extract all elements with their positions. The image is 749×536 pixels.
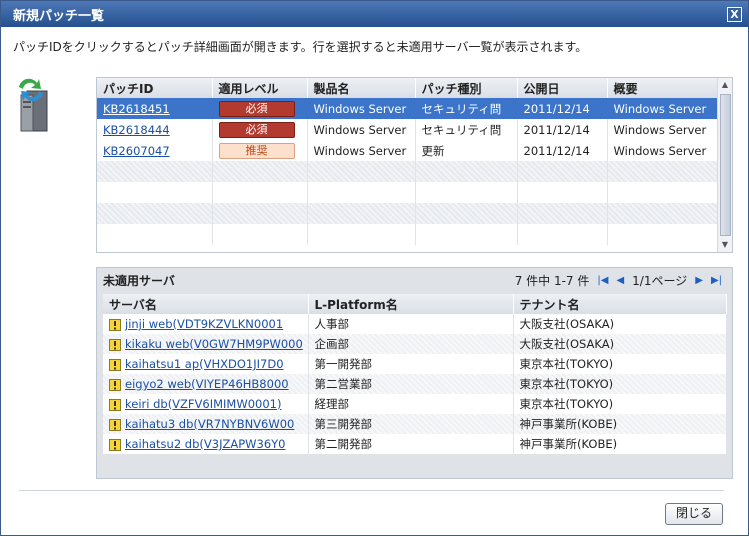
- patch-table-panel: パッチID 適用レベル 製品名 パッチ種別 公開日 概要 KB2618451 必…: [96, 77, 733, 253]
- table-row[interactable]: kikaku web(V0GW7HM9PW000 企画部 大阪支社(OSAKA): [103, 334, 727, 354]
- col-header-product[interactable]: 製品名: [307, 78, 416, 98]
- patch-list-window: 新規パッチ一覧 X パッチIDをクリックするとパッチ詳細画面が開きます。行を選択…: [0, 0, 749, 536]
- prev-page-icon[interactable]: ◀: [616, 275, 624, 286]
- tenant-cell: 東京本社(TOKYO): [513, 354, 727, 374]
- tenant-cell: 神戸事業所(KOBE): [513, 434, 727, 454]
- server-table: サーバ名 L-Platform名 テナント名 jinji web(VDT9KZV…: [103, 294, 727, 454]
- tenant-cell: 東京本社(TOKYO): [513, 374, 727, 394]
- kind-cell: セキュリティ問: [415, 119, 518, 140]
- unapplied-server-panel: 未適用サーバ 7 件中 1-7 件 |◀ ◀ 1/1ページ ▶ ▶| サーバ名 …: [96, 267, 733, 479]
- tenant-cell: 大阪支社(OSAKA): [513, 334, 727, 354]
- server-panel-title: 未適用サーバ: [103, 273, 175, 288]
- date-cell: 2011/12/14: [517, 140, 608, 161]
- window-close-button[interactable]: X: [727, 6, 742, 22]
- table-row[interactable]: KB2607047 推奨 Windows Server 更新 2011/12/1…: [97, 140, 718, 161]
- server-name-link[interactable]: kaihatu3 db(VR7NYBNV6W00: [125, 417, 294, 431]
- col-header-platform[interactable]: L-Platform名: [308, 294, 514, 314]
- platform-cell: 企画部: [308, 334, 514, 354]
- scroll-up-icon[interactable]: ▲: [720, 80, 730, 90]
- warning-icon: [109, 418, 121, 431]
- server-update-icon: [19, 78, 48, 132]
- table-row[interactable]: kaihatu3 db(VR7NYBNV6W00 第三開発部 神戸事業所(KOBE): [103, 414, 727, 434]
- summary-cell: Windows Server: [607, 119, 718, 140]
- table-row[interactable]: jinji web(VDT9KZVLKN0001 人事部 大阪支社(OSAKA): [103, 314, 727, 334]
- level-badge: 必須: [218, 121, 295, 138]
- col-header-kind[interactable]: パッチ種別: [415, 78, 518, 98]
- level-badge: 推奨: [218, 142, 295, 159]
- server-name-link[interactable]: eigyo2 web(VIYEP46HB8000: [125, 377, 289, 391]
- col-header-level[interactable]: 適用レベル: [212, 78, 308, 98]
- level-badge: 必須: [218, 100, 295, 117]
- warning-icon: [109, 338, 121, 351]
- warning-icon: [109, 378, 121, 391]
- tenant-cell: 大阪支社(OSAKA): [513, 314, 727, 334]
- table-row[interactable]: keiri db(VZFV6IMIMW0001) 経理部 東京本社(TOKYO): [103, 394, 727, 414]
- summary-cell: Windows Server: [607, 140, 718, 161]
- patch-id-link[interactable]: KB2618444: [103, 123, 170, 137]
- close-button[interactable]: 閉じる: [665, 503, 723, 525]
- server-name-link[interactable]: kaihatsu1 ap(VHXDO1JI7D0: [125, 357, 284, 371]
- platform-cell: 経理部: [308, 394, 514, 414]
- empty-row: [97, 203, 718, 224]
- server-name-link[interactable]: keiri db(VZFV6IMIMW0001): [125, 397, 281, 411]
- date-cell: 2011/12/14: [517, 98, 608, 119]
- col-header-patch-id[interactable]: パッチID: [97, 78, 213, 98]
- patch-id-link[interactable]: KB2618451: [103, 102, 170, 116]
- first-page-icon[interactable]: |◀: [597, 275, 608, 286]
- last-page-icon[interactable]: ▶|: [711, 275, 722, 286]
- scroll-down-icon[interactable]: ▼: [720, 240, 730, 250]
- patch-id-link[interactable]: KB2607047: [103, 144, 170, 158]
- col-header-summary[interactable]: 概要: [607, 78, 718, 98]
- empty-row: [97, 224, 718, 245]
- table-row[interactable]: kaihatsu1 ap(VHXDO1JI7D0 第一開発部 東京本社(TOKYO): [103, 354, 727, 374]
- summary-cell: Windows Server: [607, 98, 718, 119]
- col-header-date[interactable]: 公開日: [517, 78, 608, 98]
- table-row[interactable]: KB2618444 必須 Windows Server セキュリティ問 2011…: [97, 119, 718, 140]
- page-indicator: 1/1ページ: [632, 273, 688, 288]
- server-name-link[interactable]: jinji web(VDT9KZVLKN0001: [125, 317, 283, 331]
- next-page-icon[interactable]: ▶: [695, 275, 703, 286]
- product-cell: Windows Server: [307, 119, 416, 140]
- patch-table: パッチID 適用レベル 製品名 パッチ種別 公開日 概要 KB2618451 必…: [97, 78, 718, 245]
- product-cell: Windows Server: [307, 140, 416, 161]
- col-header-tenant[interactable]: テナント名: [513, 294, 727, 314]
- warning-icon: [109, 358, 121, 371]
- pager: 7 件中 1-7 件 |◀ ◀ 1/1ページ ▶ ▶|: [515, 272, 722, 289]
- platform-cell: 第一開発部: [308, 354, 514, 374]
- platform-cell: 第三開発部: [308, 414, 514, 434]
- date-cell: 2011/12/14: [517, 119, 608, 140]
- warning-icon: [109, 438, 121, 451]
- empty-row: [97, 182, 718, 203]
- col-header-server[interactable]: サーバ名: [103, 294, 309, 314]
- empty-row: [97, 161, 718, 182]
- platform-cell: 第二営業部: [308, 374, 514, 394]
- platform-cell: 人事部: [308, 314, 514, 334]
- server-name-link[interactable]: kikaku web(V0GW7HM9PW000: [125, 337, 303, 351]
- tenant-cell: 神戸事業所(KOBE): [513, 414, 727, 434]
- tenant-cell: 東京本社(TOKYO): [513, 394, 727, 414]
- title-bar: 新規パッチ一覧 X: [1, 1, 748, 27]
- table-row[interactable]: kaihatsu2 db(V3JZAPW36Y0 第二開発部 神戸事業所(KOBE): [103, 434, 727, 454]
- warning-icon: [109, 398, 121, 411]
- description-text: パッチIDをクリックするとパッチ詳細画面が開きます。行を選択すると未適用サーバ一…: [13, 40, 588, 54]
- scroll-thumb[interactable]: [720, 94, 731, 236]
- kind-cell: 更新: [415, 140, 518, 161]
- product-cell: Windows Server: [307, 98, 416, 119]
- footer-divider: [19, 490, 724, 491]
- patch-table-scrollbar[interactable]: ▲ ▼: [717, 78, 732, 252]
- warning-icon: [109, 318, 121, 331]
- platform-cell: 第二開発部: [308, 434, 514, 454]
- window-title: 新規パッチ一覧: [13, 8, 105, 24]
- record-count: 7 件中 1-7 件: [514, 273, 590, 288]
- kind-cell: セキュリティ問: [415, 98, 518, 119]
- table-row[interactable]: eigyo2 web(VIYEP46HB8000 第二営業部 東京本社(TOKYO): [103, 374, 727, 394]
- server-name-link[interactable]: kaihatsu2 db(V3JZAPW36Y0: [125, 437, 285, 451]
- table-row[interactable]: KB2618451 必須 Windows Server セキュリティ問 2011…: [97, 98, 718, 119]
